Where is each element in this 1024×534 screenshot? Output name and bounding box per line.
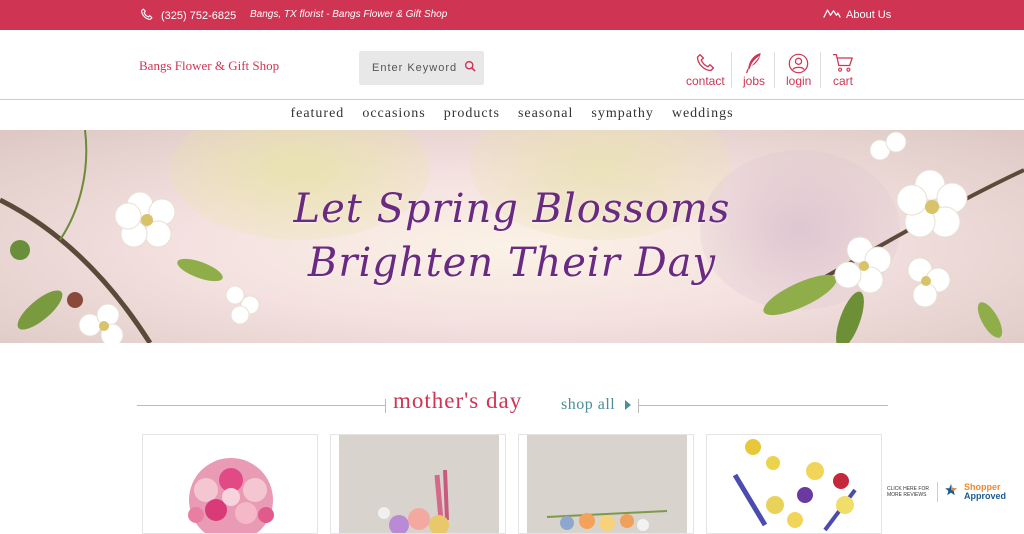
hero-banner[interactable]: Let Spring Blossoms Brighten Their Day — [0, 130, 1024, 343]
product-card[interactable] — [330, 434, 506, 534]
phone-link[interactable]: (325) 752-6825 — [140, 8, 236, 24]
login-link[interactable]: login — [786, 52, 811, 88]
section-rule-tick — [385, 399, 386, 413]
cart-link[interactable]: cart — [832, 52, 854, 88]
search-input[interactable]: Enter Keyword — [372, 62, 457, 74]
reviews-cta: CLICK HERE FOR MORE REVIEWS — [887, 486, 929, 498]
product-image — [339, 435, 499, 533]
arrow-right-icon — [625, 400, 632, 410]
contact-label: contact — [686, 74, 725, 88]
shop-all-link[interactable]: shop all — [561, 396, 632, 414]
site-logo[interactable]: Bangs Flower & Gift Shop — [139, 58, 279, 74]
feather-icon — [744, 52, 764, 74]
about-us-label: About Us — [846, 8, 892, 21]
nav-occasions[interactable]: occasions — [353, 100, 434, 130]
shop-all-label: shop all — [561, 396, 616, 413]
divider — [820, 52, 821, 88]
product-card[interactable] — [142, 434, 318, 534]
nav-featured[interactable]: featured — [281, 100, 353, 130]
nav-weddings[interactable]: weddings — [663, 100, 743, 130]
contact-link[interactable]: contact — [686, 52, 725, 88]
hero-line-1: Let Spring Blossoms — [293, 186, 731, 232]
cart-label: cart — [832, 74, 853, 88]
phone-icon — [695, 52, 715, 74]
phone-number: (325) 752-6825 — [161, 10, 237, 22]
cart-icon — [832, 52, 854, 74]
divider — [937, 482, 938, 502]
jobs-link[interactable]: jobs — [743, 52, 765, 88]
about-us-link[interactable]: About Us — [823, 7, 891, 22]
search-box[interactable]: Enter Keyword — [359, 51, 484, 85]
hero-line-2: Brighten Their Day — [307, 240, 717, 286]
user-icon — [788, 52, 809, 74]
product-image — [715, 435, 875, 533]
star-icon — [944, 483, 958, 502]
jobs-label: jobs — [743, 74, 766, 88]
divider — [731, 52, 732, 88]
search-icon[interactable] — [464, 60, 477, 76]
brand-word-2: Approved — [964, 491, 1007, 501]
section-title: mother's day — [393, 388, 523, 413]
nav-sympathy[interactable]: sympathy — [582, 100, 662, 130]
product-image — [527, 435, 687, 533]
main-nav: featured occasions products seasonal sym… — [0, 100, 1024, 130]
product-image — [151, 435, 311, 533]
hero-headline: Let Spring Blossoms Brighten Their Day — [0, 182, 1024, 290]
phone-icon — [140, 8, 153, 24]
top-bar: (325) 752-6825 Bangs, TX florist - Bangs… — [0, 0, 1024, 30]
product-card[interactable] — [518, 434, 694, 534]
site-header: Bangs Flower & Gift Shop Enter Keyword c… — [0, 30, 1024, 100]
section-rule-tick — [638, 399, 639, 413]
login-label: login — [786, 74, 812, 88]
nav-seasonal[interactable]: seasonal — [509, 100, 582, 130]
shopper-approved-logo: Shopper Approved — [964, 483, 1006, 501]
nav-products[interactable]: products — [435, 100, 509, 130]
section-rule-right — [638, 405, 888, 406]
mountains-icon — [823, 7, 841, 22]
product-card[interactable] — [706, 434, 882, 534]
shopper-approved-badge[interactable]: CLICK HERE FOR MORE REVIEWS Shopper Appr… — [883, 476, 1024, 508]
tagline: Bangs, TX florist - Bangs Flower & Gift … — [250, 9, 448, 20]
section-rule-left — [137, 405, 385, 406]
divider — [774, 52, 775, 88]
